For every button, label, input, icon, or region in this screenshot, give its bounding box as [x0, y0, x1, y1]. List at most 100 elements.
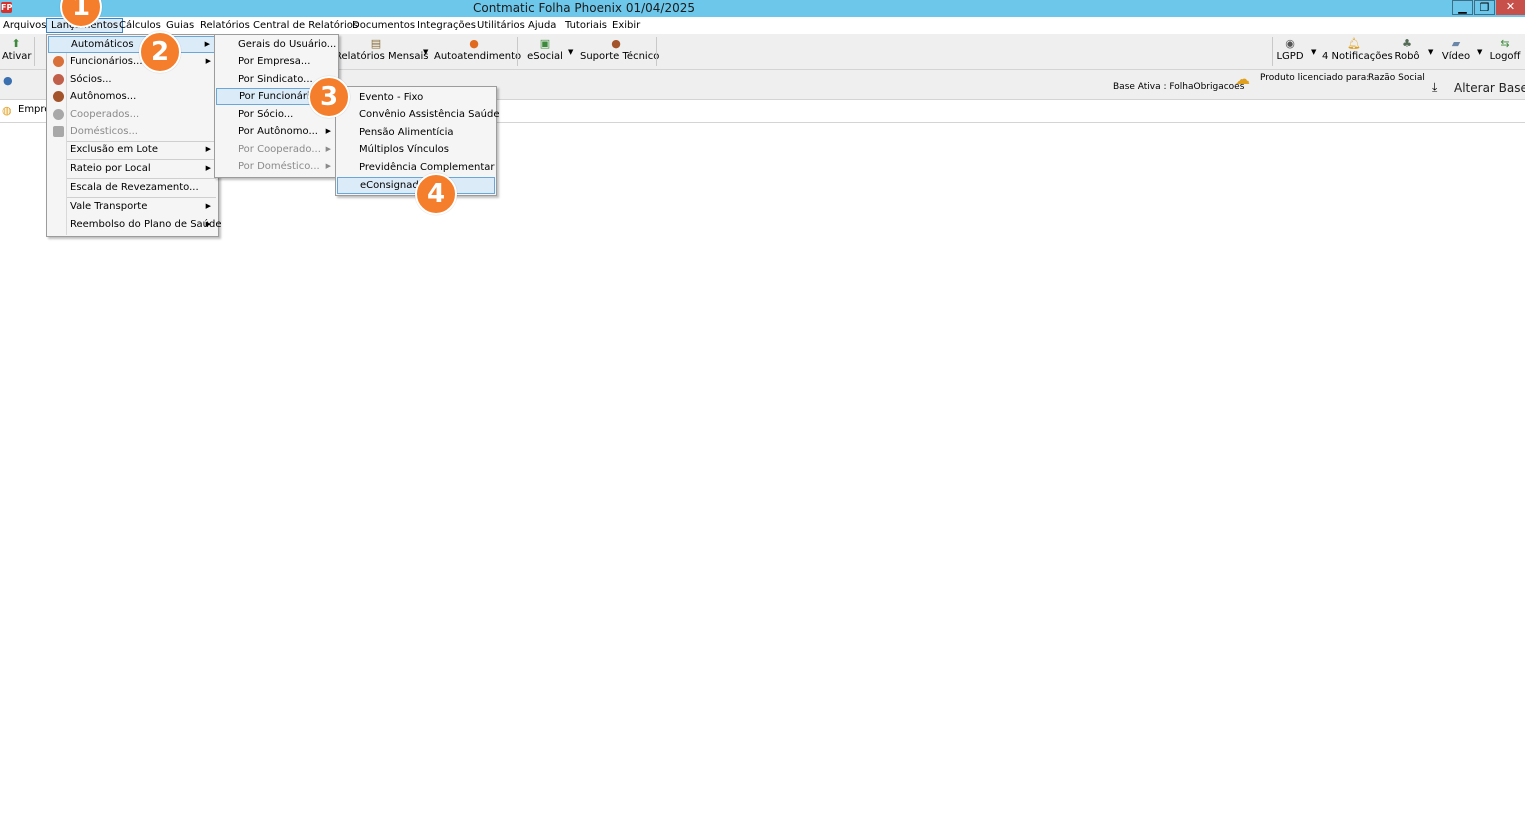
chevron-down-icon[interactable]: ▼ — [568, 48, 573, 56]
notificacoes-label: 4 Notificações — [1322, 51, 1393, 62]
menu-item-funcionarios[interactable]: Funcionários... ▶ — [48, 53, 217, 70]
menu-item-label: Por Autônomo... — [238, 126, 318, 137]
logoff-icon: ⇆ — [1500, 37, 1510, 50]
menu-item-socios[interactable]: Sócios... — [48, 71, 217, 88]
menu-item-label: Por Sócio... — [238, 109, 294, 120]
menu-item-label: Escala de Revezamento... — [70, 182, 199, 193]
menu-item-gerais-do-usuario[interactable]: Gerais do Usuário... — [216, 36, 337, 53]
toolbar-separator — [656, 37, 657, 66]
menu-item-domesticos: Domésticos... — [48, 123, 217, 140]
menu-utilitarios[interactable]: Utilitários — [477, 19, 525, 33]
menu-item-evento-fixo[interactable]: Evento - Fixo — [337, 89, 495, 106]
menu-item-label: Por Sindicato... — [238, 74, 313, 85]
submenu-arrow-icon: ▶ — [205, 57, 211, 65]
menu-item-label: Por Cooperado... — [238, 144, 321, 155]
window-title: Contmatic Folha Phoenix 01/04/2025 — [472, 1, 696, 15]
menu-bar: Arquivos Lançamentos Cálculos Guias Rela… — [0, 17, 1525, 34]
menu-central-de-relatorios[interactable]: Central de Relatórios — [253, 19, 358, 33]
submenu-arrow-icon: ▶ — [325, 145, 331, 153]
menu-item-por-empresa[interactable]: Por Empresa... — [216, 53, 337, 70]
base-ativa-label: Base Ativa : FolhaObrigacoes — [1113, 82, 1245, 92]
autoatendimento-button[interactable]: ● Autoatendimento — [434, 36, 522, 67]
menu-item-convenio-assistencia-saude[interactable]: Convênio Assistência Saúde — [337, 106, 499, 123]
home-gray-icon — [53, 126, 64, 137]
menu-item-label: Previdência Complementar — [359, 162, 495, 173]
menu-item-label: Por Empresa... — [238, 56, 311, 67]
menu-item-label: Por Doméstico... — [238, 161, 320, 172]
close-button[interactable]: ✕ — [1496, 0, 1525, 15]
menu-item-cooperados: Cooperados... — [48, 106, 217, 123]
chevron-down-icon[interactable]: ▼ — [1477, 48, 1482, 56]
menu-item-rateio-por-local[interactable]: Rateio por Local ▶ — [48, 160, 217, 177]
esocial-label: eSocial — [527, 51, 563, 62]
menu-item-label: Funcionários... — [70, 56, 143, 67]
menu-ajuda[interactable]: Ajuda — [528, 19, 556, 33]
company-icon: ◍ — [2, 104, 12, 117]
person-icon — [53, 56, 64, 67]
step-badge-3: 3 — [308, 76, 350, 118]
user-icon: ● — [3, 74, 13, 87]
menu-item-automaticos[interactable]: Automáticos ▶ — [48, 36, 217, 53]
submenu-arrow-icon: ▶ — [205, 145, 211, 153]
person-icon — [53, 74, 64, 85]
maximize-button[interactable]: ❐ — [1474, 0, 1495, 15]
chevron-down-icon[interactable]: ▼ — [1428, 48, 1433, 56]
video-label: Vídeo — [1441, 51, 1471, 62]
menu-item-por-autonomo[interactable]: Por Autônomo... ▶ — [216, 123, 337, 140]
minimize-button[interactable]: ▁ — [1452, 0, 1473, 15]
menu-item-vale-transporte[interactable]: Vale Transporte ▶ — [48, 198, 217, 215]
relatorios-mensais-label: Relatórios Mensais — [335, 51, 429, 62]
report-icon: ▤ — [370, 37, 382, 50]
esocial-button[interactable]: ▣ eSocial — [526, 36, 564, 67]
menu-item-label: Sócios... — [70, 74, 112, 85]
menu-item-label: Pensão Alimentícia — [359, 127, 454, 138]
logoff-button[interactable]: ⇆ Logoff — [1489, 36, 1521, 67]
chevron-down-icon[interactable]: ▼ — [1311, 48, 1316, 56]
licensed-label: Produto licenciado para: — [1260, 73, 1370, 83]
menu-item-reembolso-plano-saude[interactable]: Reembolso do Plano de Saúde ▶ — [48, 216, 222, 233]
alterar-base-button[interactable]: Alterar Base — [1454, 81, 1525, 95]
robo-label: Robô — [1394, 51, 1420, 62]
submenu-arrow-icon: ▶ — [204, 40, 210, 48]
toolbar-separator — [1272, 37, 1273, 66]
step-badge-2: 2 — [139, 31, 181, 73]
menu-guias[interactable]: Guias — [166, 19, 194, 33]
menu-item-escala-de-revezamento[interactable]: Escala de Revezamento... — [48, 179, 217, 196]
menu-item-pensao-alimenticia[interactable]: Pensão Alimentícia — [337, 124, 495, 141]
title-bar: FP Contmatic Folha Phoenix 01/04/2025 ▁ … — [0, 0, 1525, 17]
menu-item-multiplos-vinculos[interactable]: Múltiplos Vínculos — [337, 141, 495, 158]
autoatendimento-label: Autoatendimento — [434, 51, 522, 62]
notificacoes-button[interactable]: 🔔︎ 4 Notificações — [1322, 36, 1393, 67]
menu-item-autonomos[interactable]: Autônomos... — [48, 88, 217, 105]
menu-item-label: Convênio Assistência Saúde — [359, 109, 500, 120]
eye-icon: ◉ — [1285, 37, 1295, 50]
menu-item-previdencia-complementar[interactable]: Previdência Complementar — [337, 159, 495, 176]
ativar-button[interactable]: ⬆ Ativar — [2, 36, 32, 67]
video-button[interactable]: ▰ Vídeo — [1441, 36, 1471, 67]
submenu-arrow-icon: ▶ — [205, 202, 211, 210]
menu-arquivos[interactable]: Arquivos — [3, 19, 47, 33]
menu-exibir[interactable]: Exibir — [612, 19, 640, 33]
menu-item-label: Múltiplos Vínculos — [359, 144, 449, 155]
menu-item-exclusao-em-lote[interactable]: Exclusão em Lote ▶ — [48, 141, 217, 158]
menu-item-label: Automáticos — [71, 39, 134, 50]
menu-item-label: Evento - Fixo — [359, 92, 424, 103]
bell-icon: 🔔︎ — [1347, 37, 1361, 50]
menu-item-label: Rateio por Local — [70, 163, 151, 174]
menu-item-label: Gerais do Usuário... — [238, 39, 337, 50]
menu-item-por-domestico: Por Doméstico... ▶ — [216, 158, 337, 175]
chevron-down-icon[interactable]: ▼ — [423, 48, 428, 56]
lgpd-button[interactable]: ◉ LGPD — [1276, 36, 1304, 67]
menu-documentos[interactable]: Documentos — [352, 19, 415, 33]
suporte-tecnico-button[interactable]: ● Suporte Técnico — [580, 36, 659, 67]
logoff-label: Logoff — [1489, 51, 1521, 62]
robo-button[interactable]: ♣ Robô — [1393, 36, 1421, 67]
video-icon: ▰ — [1451, 37, 1461, 50]
lgpd-label: LGPD — [1276, 51, 1304, 62]
menu-tutoriais[interactable]: Tutoriais — [565, 19, 607, 33]
person-gray-icon — [53, 109, 64, 120]
relatorios-mensais-button[interactable]: ▤ Relatórios Mensais — [335, 36, 429, 67]
menu-item-label: Cooperados... — [70, 109, 140, 120]
menu-relatorios[interactable]: Relatórios — [200, 19, 250, 33]
menu-integracoes[interactable]: Integrações — [417, 19, 476, 33]
